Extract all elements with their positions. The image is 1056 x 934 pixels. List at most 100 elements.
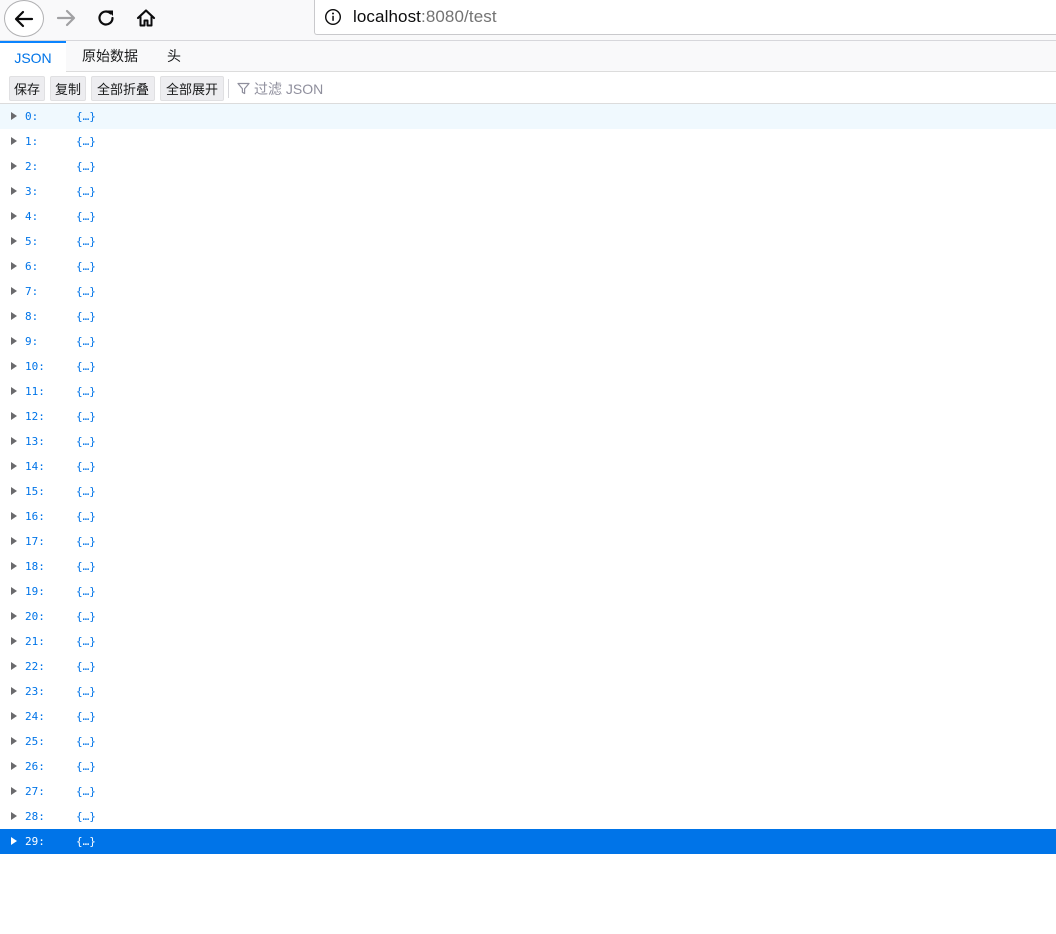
row-value: {…} bbox=[76, 785, 96, 798]
tree-row[interactable]: 27: {…} bbox=[0, 779, 1056, 804]
row-value: {…} bbox=[76, 835, 96, 848]
copy-button[interactable]: 复制 bbox=[50, 76, 86, 101]
expand-triangle-icon[interactable] bbox=[11, 137, 17, 145]
tree-row[interactable]: 21: {…} bbox=[0, 629, 1056, 654]
tree-row[interactable]: 28: {…} bbox=[0, 804, 1056, 829]
expand-triangle-icon[interactable] bbox=[11, 637, 17, 645]
back-button[interactable] bbox=[4, 0, 44, 37]
expand-triangle-icon[interactable] bbox=[11, 762, 17, 770]
row-key: 25: bbox=[25, 735, 45, 748]
tree-row[interactable]: 7: {…} bbox=[0, 279, 1056, 304]
row-key: 8: bbox=[25, 310, 39, 323]
tree-row[interactable]: 12: {…} bbox=[0, 404, 1056, 429]
tree-row[interactable]: 8: {…} bbox=[0, 304, 1056, 329]
tree-row[interactable]: 5: {…} bbox=[0, 229, 1056, 254]
expand-triangle-icon[interactable] bbox=[11, 287, 17, 295]
expand-triangle-icon[interactable] bbox=[11, 262, 17, 270]
row-value: {…} bbox=[76, 210, 96, 223]
row-value: {…} bbox=[76, 135, 96, 148]
row-value: {…} bbox=[76, 660, 96, 673]
forward-button[interactable] bbox=[50, 2, 82, 34]
expand-triangle-icon[interactable] bbox=[11, 462, 17, 470]
tab-raw-data[interactable]: 原始数据 bbox=[70, 41, 150, 71]
tree-row[interactable]: 16: {…} bbox=[0, 504, 1056, 529]
row-key: 4: bbox=[25, 210, 39, 223]
tree-row[interactable]: 23: {…} bbox=[0, 679, 1056, 704]
filter-box[interactable] bbox=[236, 76, 554, 101]
row-key: 12: bbox=[25, 410, 45, 423]
tree-row[interactable]: 15: {…} bbox=[0, 479, 1056, 504]
row-value: {…} bbox=[76, 185, 96, 198]
row-value: {…} bbox=[76, 160, 96, 173]
expand-triangle-icon[interactable] bbox=[11, 662, 17, 670]
row-key: 0: bbox=[25, 110, 39, 123]
tree-row[interactable]: 11: {…} bbox=[0, 379, 1056, 404]
tree-row[interactable]: 10: {…} bbox=[0, 354, 1056, 379]
row-value: {…} bbox=[76, 285, 96, 298]
expand-triangle-icon[interactable] bbox=[11, 562, 17, 570]
expand-triangle-icon[interactable] bbox=[11, 812, 17, 820]
tree-row[interactable]: 17: {…} bbox=[0, 529, 1056, 554]
expand-triangle-icon[interactable] bbox=[11, 737, 17, 745]
expand-triangle-icon[interactable] bbox=[11, 362, 17, 370]
expand-triangle-icon[interactable] bbox=[11, 187, 17, 195]
row-key: 13: bbox=[25, 435, 45, 448]
row-key: 3: bbox=[25, 185, 39, 198]
expand-triangle-icon[interactable] bbox=[11, 587, 17, 595]
expand-triangle-icon[interactable] bbox=[11, 787, 17, 795]
url-text[interactable]: localhost:8080/test bbox=[353, 7, 497, 27]
expand-triangle-icon[interactable] bbox=[11, 162, 17, 170]
tab-headers[interactable]: 头 bbox=[152, 41, 196, 71]
expand-triangle-icon[interactable] bbox=[11, 237, 17, 245]
expand-triangle-icon[interactable] bbox=[11, 712, 17, 720]
expand-triangle-icon[interactable] bbox=[11, 212, 17, 220]
tree-row[interactable]: 20: {…} bbox=[0, 604, 1056, 629]
expand-triangle-icon[interactable] bbox=[11, 387, 17, 395]
expand-triangle-icon[interactable] bbox=[11, 612, 17, 620]
expand-triangle-icon[interactable] bbox=[11, 487, 17, 495]
info-icon[interactable] bbox=[323, 7, 343, 27]
tree-row[interactable]: 0: {…} bbox=[0, 104, 1056, 129]
expand-triangle-icon[interactable] bbox=[11, 512, 17, 520]
tree-row[interactable]: 13: {…} bbox=[0, 429, 1056, 454]
reload-button[interactable] bbox=[90, 2, 122, 34]
expand-triangle-icon[interactable] bbox=[11, 337, 17, 345]
tree-row[interactable]: 3: {…} bbox=[0, 179, 1056, 204]
tree-row[interactable]: 6: {…} bbox=[0, 254, 1056, 279]
expand-all-button[interactable]: 全部展开 bbox=[160, 76, 224, 101]
tree-row[interactable]: 19: {…} bbox=[0, 579, 1056, 604]
url-path: :8080/test bbox=[421, 7, 497, 26]
expand-triangle-icon[interactable] bbox=[11, 537, 17, 545]
row-value: {…} bbox=[76, 385, 96, 398]
viewer-tab-bar: JSON 原始数据 头 bbox=[0, 41, 1056, 72]
tree-row[interactable]: 26: {…} bbox=[0, 754, 1056, 779]
expand-triangle-icon[interactable] bbox=[11, 112, 17, 120]
expand-triangle-icon[interactable] bbox=[11, 412, 17, 420]
tree-row[interactable]: 2: {…} bbox=[0, 154, 1056, 179]
collapse-all-button[interactable]: 全部折叠 bbox=[91, 76, 155, 101]
row-value: {…} bbox=[76, 235, 96, 248]
row-key: 27: bbox=[25, 785, 45, 798]
tree-row[interactable]: 9: {…} bbox=[0, 329, 1056, 354]
expand-triangle-icon[interactable] bbox=[11, 687, 17, 695]
tree-row[interactable]: 22: {…} bbox=[0, 654, 1056, 679]
home-button[interactable] bbox=[130, 2, 162, 34]
expand-triangle-icon[interactable] bbox=[11, 312, 17, 320]
tree-row[interactable]: 1: {…} bbox=[0, 129, 1056, 154]
filter-input[interactable] bbox=[254, 77, 554, 100]
tab-json[interactable]: JSON bbox=[0, 41, 66, 72]
row-value: {…} bbox=[76, 560, 96, 573]
tree-row[interactable]: 14: {…} bbox=[0, 454, 1056, 479]
tree-row[interactable]: 29: {…} bbox=[0, 829, 1056, 854]
tree-row[interactable]: 4: {…} bbox=[0, 204, 1056, 229]
tree-row[interactable]: 25: {…} bbox=[0, 729, 1056, 754]
reload-icon bbox=[98, 10, 114, 26]
address-bar[interactable]: localhost:8080/test bbox=[314, 0, 1056, 35]
save-button[interactable]: 保存 bbox=[9, 76, 45, 101]
expand-triangle-icon[interactable] bbox=[11, 437, 17, 445]
expand-triangle-icon[interactable] bbox=[11, 837, 17, 845]
browser-toolbar: localhost:8080/test bbox=[0, 0, 1056, 41]
row-key: 9: bbox=[25, 335, 39, 348]
tree-row[interactable]: 18: {…} bbox=[0, 554, 1056, 579]
tree-row[interactable]: 24: {…} bbox=[0, 704, 1056, 729]
